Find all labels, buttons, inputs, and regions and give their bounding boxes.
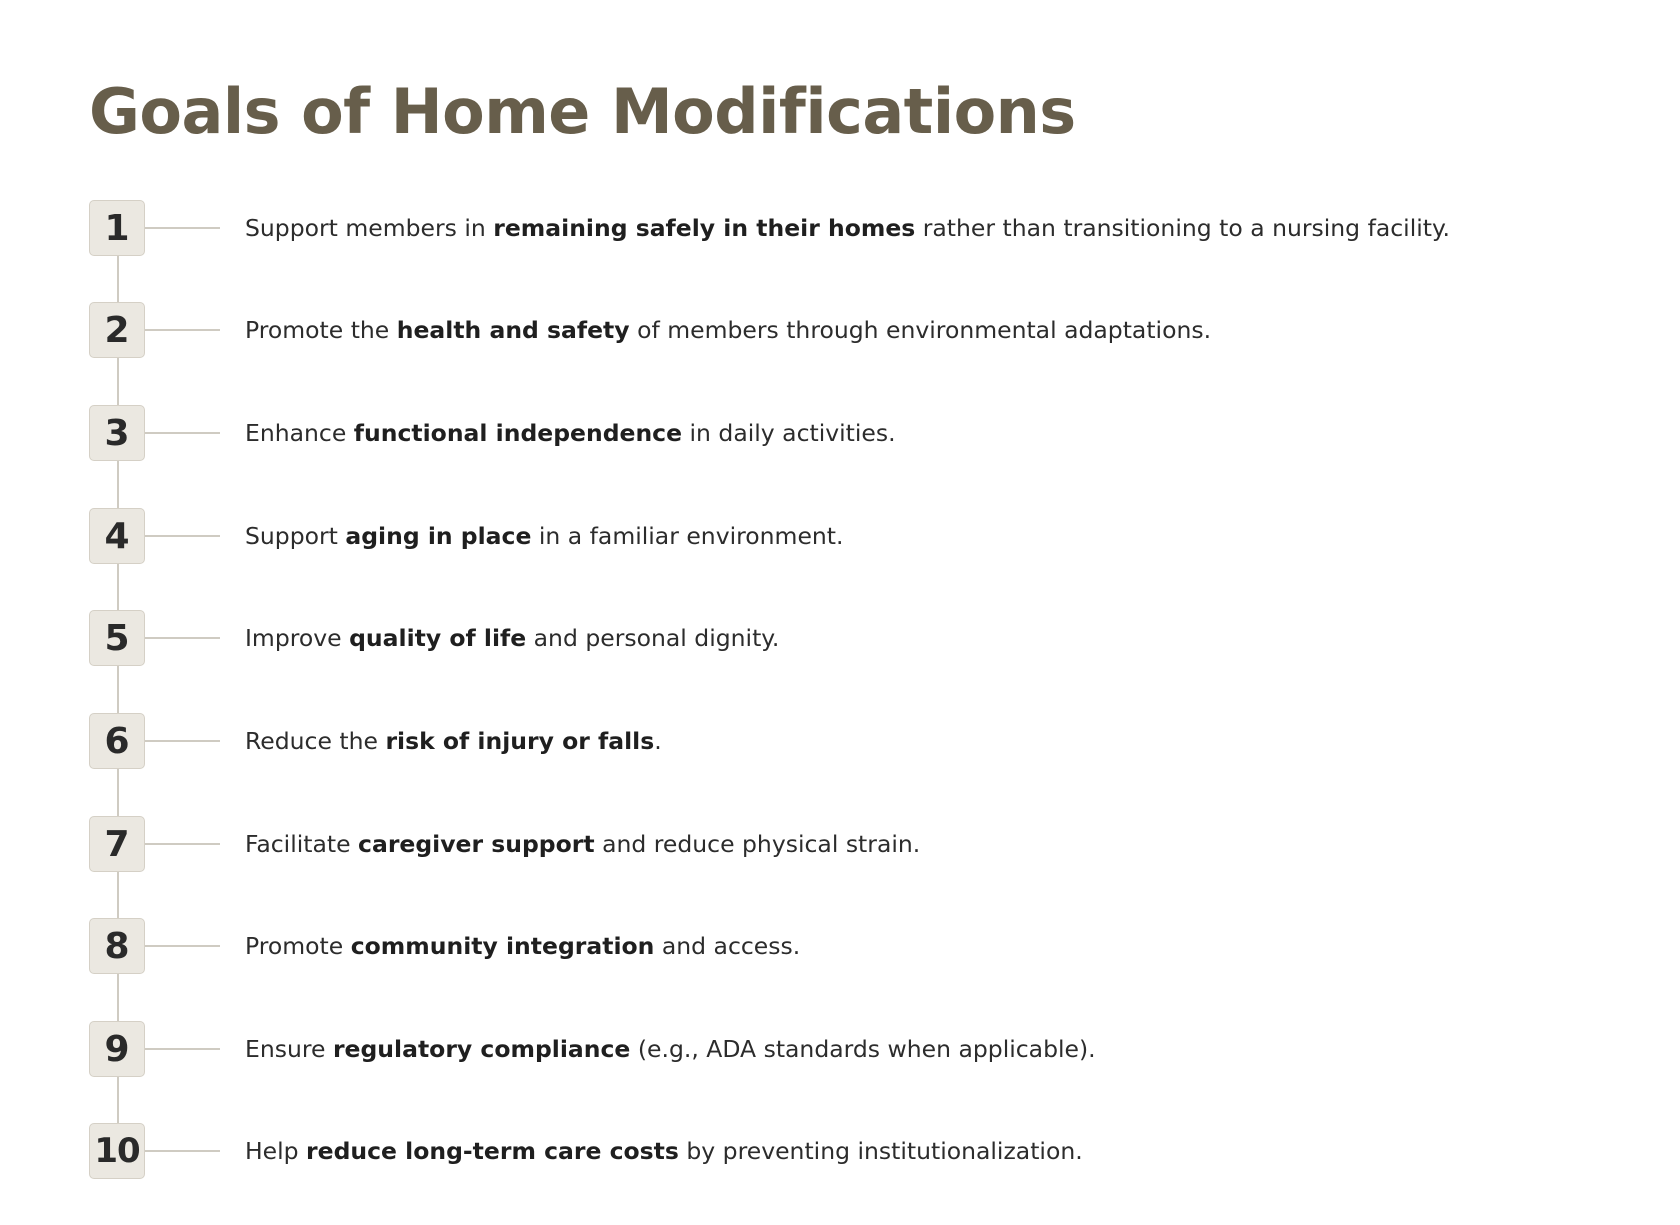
goal-number-badge: 7	[89, 816, 145, 872]
goal-number-badge: 4	[89, 508, 145, 564]
goal-text-lead: Enhance	[245, 419, 354, 447]
goal-text-tail: and access.	[654, 932, 801, 960]
goal-item-1: 1 Support members in remaining safely in…	[0, 200, 1680, 256]
goal-text: Improve quality of life and personal dig…	[245, 610, 779, 666]
goal-text: Facilitate caregiver support and reduce …	[245, 816, 920, 872]
connector-line	[145, 227, 220, 229]
connector-line	[145, 432, 220, 434]
goal-item-5: 5 Improve quality of life and personal d…	[0, 610, 1680, 666]
goal-text: Reduce the risk of injury or falls.	[245, 713, 662, 769]
goal-number-badge: 10	[89, 1123, 145, 1179]
goal-text-tail: in a familiar environment.	[531, 522, 844, 550]
goal-text-lead: Promote	[245, 932, 351, 960]
connector-line	[145, 637, 220, 639]
goal-number-badge: 9	[89, 1021, 145, 1077]
connector-line	[145, 535, 220, 537]
goal-item-4: 4 Support aging in place in a familiar e…	[0, 508, 1680, 564]
goal-text-tail: (e.g., ADA standards when applicable).	[630, 1035, 1096, 1063]
connector-line	[145, 329, 220, 331]
goal-text: Ensure regulatory compliance (e.g., ADA …	[245, 1021, 1096, 1077]
page: Goals of Home Modifications 1 Support me…	[0, 0, 1680, 1225]
goal-item-10: 10 Help reduce long-term care costs by p…	[0, 1123, 1680, 1179]
goal-text: Help reduce long-term care costs by prev…	[245, 1123, 1083, 1179]
goal-text-emphasis: quality of life	[349, 624, 527, 652]
goal-item-6: 6 Reduce the risk of injury or falls.	[0, 713, 1680, 769]
goal-number-badge: 3	[89, 405, 145, 461]
goal-text-emphasis: caregiver support	[358, 830, 595, 858]
goal-text: Enhance functional independence in daily…	[245, 405, 896, 461]
goal-item-3: 3 Enhance functional independence in dai…	[0, 405, 1680, 461]
connector-line	[145, 1048, 220, 1050]
timeline-spine	[117, 228, 119, 1144]
connector-line	[145, 1150, 220, 1152]
goal-text-lead: Improve	[245, 624, 350, 652]
goal-text-tail: of members through environmental adaptat…	[629, 316, 1212, 344]
goal-text-tail: and personal dignity.	[526, 624, 780, 652]
goal-text-lead: Facilitate	[245, 830, 359, 858]
goal-text-emphasis: remaining safely in their homes	[493, 214, 916, 242]
goal-number-badge: 5	[89, 610, 145, 666]
goal-text-lead: Support	[245, 522, 346, 550]
connector-line	[145, 740, 220, 742]
connector-line	[145, 843, 220, 845]
goal-text-emphasis: reduce long-term care costs	[306, 1137, 679, 1165]
goal-text-lead: Promote the	[245, 316, 397, 344]
goal-text-emphasis: aging in place	[345, 522, 532, 550]
goal-text-emphasis: community integration	[350, 932, 655, 960]
goal-item-9: 9 Ensure regulatory compliance (e.g., AD…	[0, 1021, 1680, 1077]
goal-item-7: 7 Facilitate caregiver support and reduc…	[0, 816, 1680, 872]
goal-number-badge: 8	[89, 918, 145, 974]
goal-text-tail: and reduce physical strain.	[594, 830, 921, 858]
goal-text-emphasis: risk of injury or falls	[385, 727, 655, 755]
goal-number-badge: 2	[89, 302, 145, 358]
goal-text-lead: Reduce the	[245, 727, 386, 755]
goal-text-tail: by preventing institutionalization.	[678, 1137, 1083, 1165]
goal-text-lead: Support members in	[245, 214, 494, 242]
goal-text: Promote community integration and access…	[245, 918, 800, 974]
goal-text: Support members in remaining safely in t…	[245, 200, 1450, 256]
connector-line	[145, 945, 220, 947]
goal-text-emphasis: health and safety	[396, 316, 630, 344]
goal-text-lead: Help	[245, 1137, 307, 1165]
goal-text-emphasis: regulatory compliance	[332, 1035, 631, 1063]
goals-timeline: 1 Support members in remaining safely in…	[0, 0, 1680, 1225]
goal-number-badge: 1	[89, 200, 145, 256]
goal-number-badge: 6	[89, 713, 145, 769]
goal-text: Promote the health and safety of members…	[245, 302, 1211, 358]
goal-text-tail: in daily activities.	[682, 419, 896, 447]
goal-item-2: 2 Promote the health and safety of membe…	[0, 302, 1680, 358]
goal-item-8: 8 Promote community integration and acce…	[0, 918, 1680, 974]
goal-text: Support aging in place in a familiar env…	[245, 508, 843, 564]
goal-text-tail: rather than transitioning to a nursing f…	[915, 214, 1450, 242]
goal-text-tail: .	[654, 727, 662, 755]
goal-text-lead: Ensure	[245, 1035, 333, 1063]
goal-text-emphasis: functional independence	[353, 419, 683, 447]
